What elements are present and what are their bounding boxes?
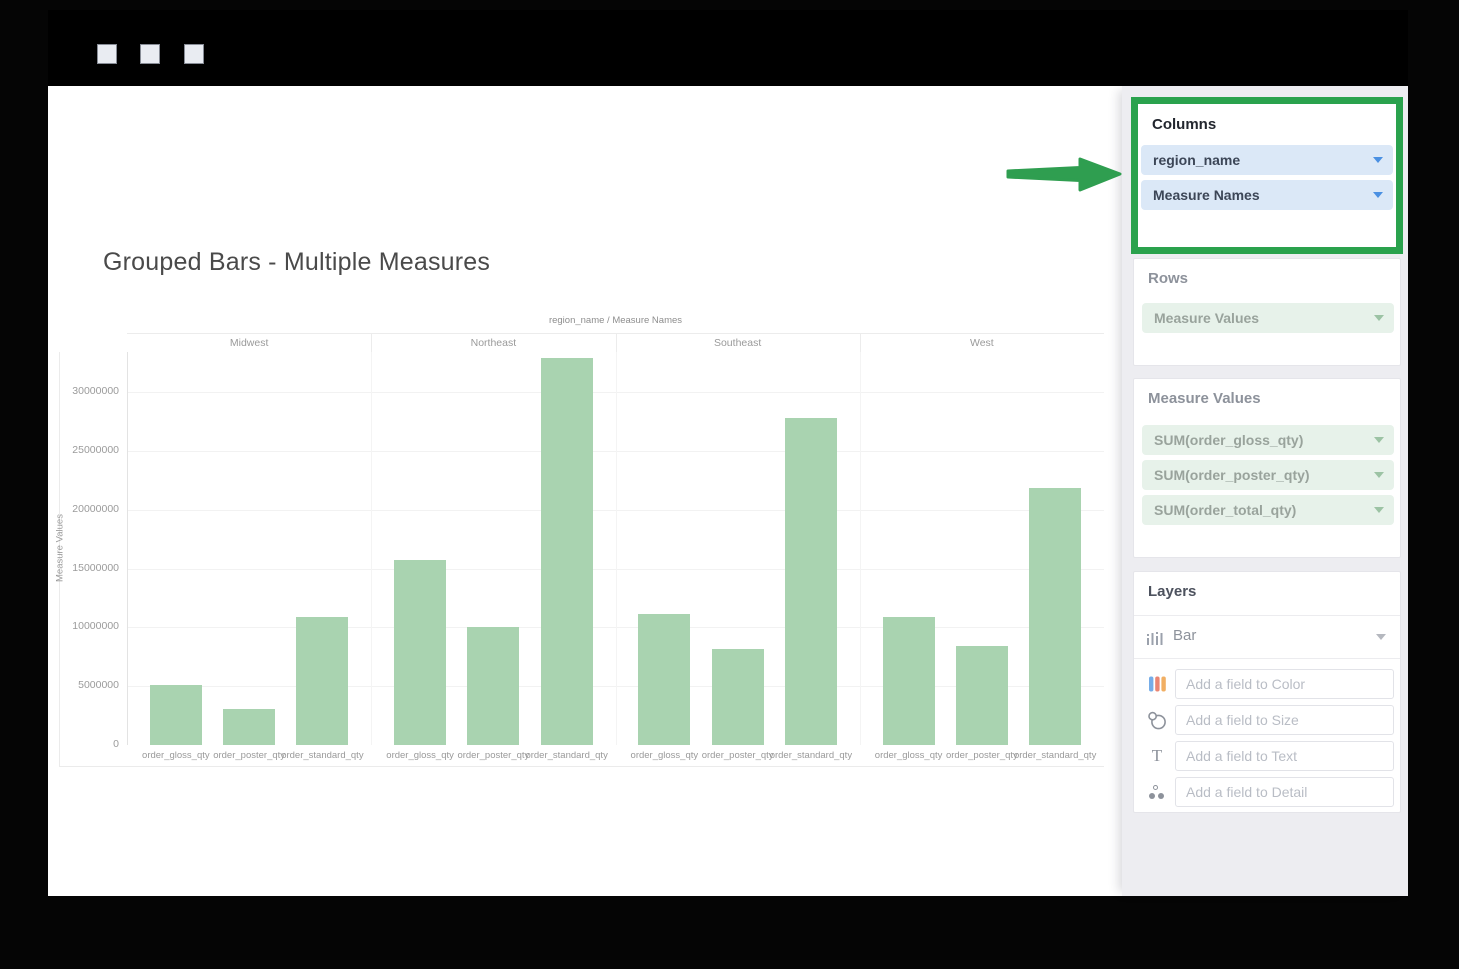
size-field-input[interactable] [1175, 705, 1394, 735]
caret-down-icon[interactable] [1373, 192, 1383, 198]
header-band-divider [616, 334, 617, 352]
bar[interactable] [883, 617, 935, 745]
region-divider [616, 352, 617, 745]
detail-field-input[interactable] [1175, 777, 1394, 807]
window-button-icon[interactable] [184, 44, 204, 64]
window-button-icon[interactable] [97, 44, 117, 64]
x-axis-bar-label: order_standard_qty [277, 750, 367, 761]
measure-field-label: SUM(order_total_qty) [1154, 502, 1296, 518]
chart-header-title: region_name / Measure Names [127, 315, 1104, 326]
region-header-label: Midwest [127, 337, 371, 349]
arrow-right-icon [1004, 152, 1124, 196]
bar[interactable] [296, 617, 348, 745]
header-band-divider [860, 334, 861, 352]
window-button-icon[interactable] [140, 44, 160, 64]
measure-field-pill[interactable]: SUM(order_total_qty) [1142, 495, 1394, 525]
region-header-label: Northeast [371, 337, 615, 349]
bar-chart-icon [1147, 629, 1165, 646]
color-field-input[interactable] [1175, 669, 1394, 699]
detail-icon [1144, 777, 1170, 807]
rows-panel: Rows Measure Values [1133, 258, 1401, 366]
columns-panel-annotated: Columns region_name Measure Names [1131, 97, 1403, 254]
caret-down-icon[interactable] [1374, 437, 1384, 443]
x-axis-bar-label: order_standard_qty [766, 750, 856, 761]
y-axis-title: Measure Values [54, 352, 66, 745]
text-field-input[interactable] [1175, 741, 1394, 771]
measure-field-label: SUM(order_poster_qty) [1154, 467, 1310, 483]
report-canvas: Grouped Bars - Multiple Measures region_… [48, 86, 1122, 896]
layers-header-row: Layers [1134, 572, 1400, 616]
caret-down-icon[interactable] [1374, 315, 1384, 321]
bar[interactable] [785, 418, 837, 745]
rows-header: Rows [1148, 270, 1188, 287]
columns-field-label: region_name [1153, 152, 1240, 168]
bar[interactable] [956, 646, 1008, 745]
columns-field-pill[interactable]: Measure Names [1141, 180, 1393, 210]
columns-field-label: Measure Names [1153, 187, 1260, 203]
region-header-label: West [860, 337, 1104, 349]
layer-type-label: Bar [1173, 627, 1196, 644]
x-axis-bar-label: order_standard_qty [1010, 750, 1100, 761]
x-axis-bar-label: order_standard_qty [522, 750, 612, 761]
measure-values-header: Measure Values [1148, 390, 1261, 407]
measure-values-panel: Measure Values SUM(order_gloss_qty) SUM(… [1133, 378, 1401, 558]
grouped-bar-chart: region_name / Measure Names MidwestNorthe… [48, 86, 1122, 896]
bar[interactable] [541, 358, 593, 745]
bar[interactable] [712, 649, 764, 745]
columns-field-pill[interactable]: region_name [1141, 145, 1393, 175]
bar[interactable] [223, 709, 275, 745]
measure-field-pill[interactable]: SUM(order_poster_qty) [1142, 460, 1394, 490]
text-icon: T [1144, 741, 1170, 771]
region-divider [860, 352, 861, 745]
caret-down-icon[interactable] [1374, 507, 1384, 513]
region-header-label: Southeast [616, 337, 860, 349]
bar[interactable] [394, 560, 446, 745]
layers-panel: Layers Bar [1133, 571, 1401, 813]
rows-field-label: Measure Values [1154, 310, 1259, 326]
caret-down-icon[interactable] [1374, 472, 1384, 478]
chart-bottom-border [59, 766, 1104, 767]
layer-type-row[interactable]: Bar [1134, 616, 1400, 659]
color-shelf [1134, 669, 1400, 699]
bar[interactable] [467, 627, 519, 745]
rows-field-pill[interactable]: Measure Values [1142, 303, 1394, 333]
columns-header: Columns [1152, 116, 1216, 133]
measure-field-pill[interactable]: SUM(order_gloss_qty) [1142, 425, 1394, 455]
bar[interactable] [638, 614, 690, 745]
bar[interactable] [150, 685, 202, 745]
window-titlebar [48, 10, 1408, 86]
caret-down-icon[interactable] [1373, 157, 1383, 163]
size-icon [1144, 705, 1170, 735]
caret-down-icon[interactable] [1376, 634, 1386, 640]
y-axis-line [127, 352, 128, 745]
region-divider [371, 352, 372, 745]
header-band-divider [371, 334, 372, 352]
detail-shelf [1134, 777, 1400, 807]
text-shelf: T [1134, 741, 1400, 771]
layers-header: Layers [1148, 583, 1196, 600]
color-icon [1144, 669, 1170, 699]
bar[interactable] [1029, 488, 1081, 745]
measure-field-label: SUM(order_gloss_qty) [1154, 432, 1303, 448]
size-shelf [1134, 705, 1400, 735]
